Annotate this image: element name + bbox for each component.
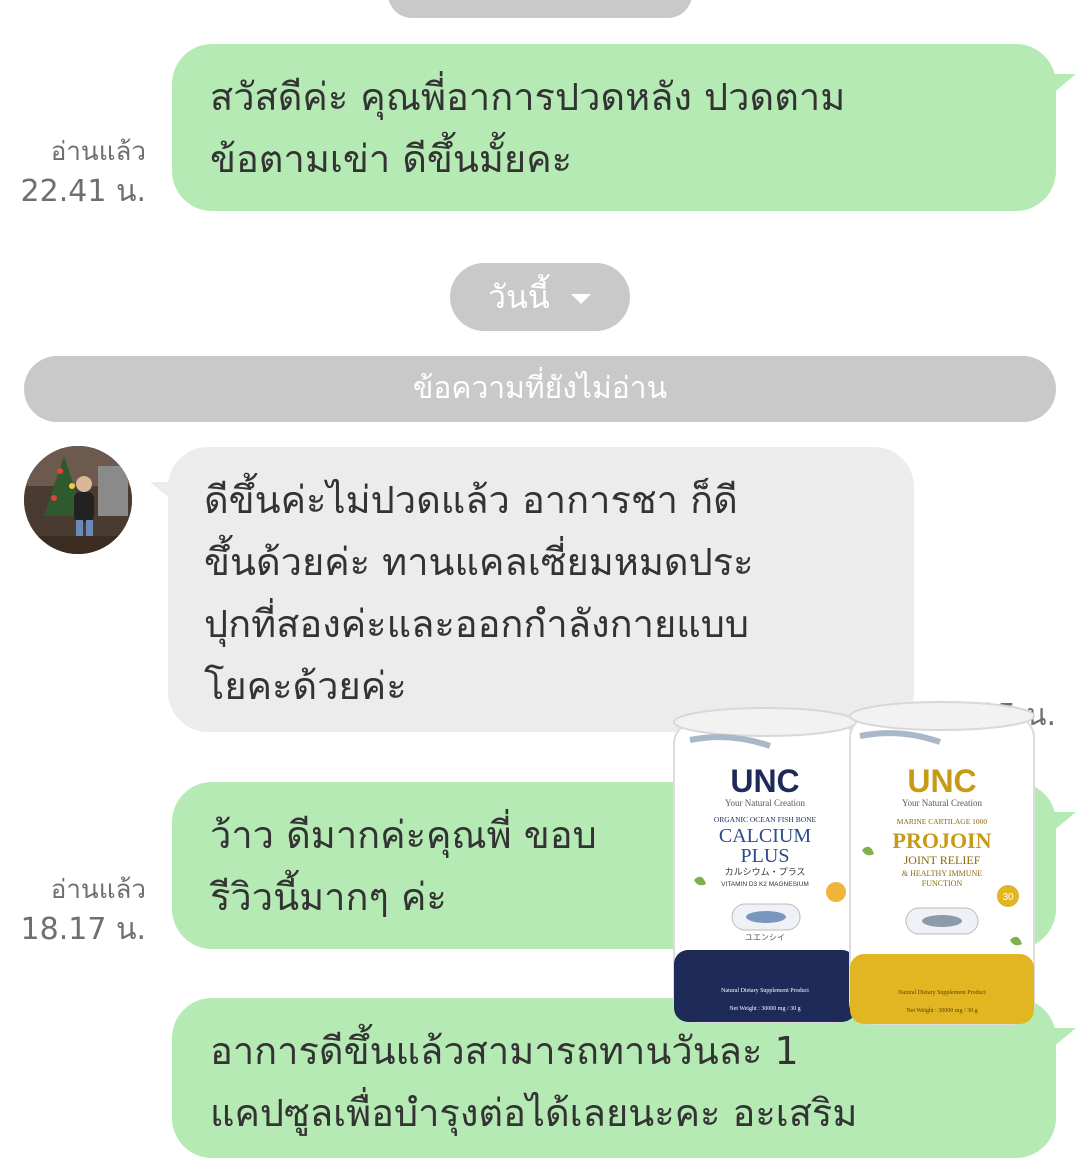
brand-logo-text: UNC bbox=[730, 763, 799, 799]
read-label: อ่านแล้ว bbox=[50, 137, 146, 167]
caret-down-icon bbox=[570, 294, 591, 304]
product-name: & HEALTHY IMMUNE bbox=[902, 869, 982, 878]
brand-tagline: Your Natural Creation bbox=[902, 798, 983, 808]
message-line: ขึ้นด้วยค่ะ ทานแคลเซี่ยมหมดประ bbox=[204, 540, 754, 584]
product-subtitle: MARINE CARTILAGE 1000 bbox=[897, 817, 988, 826]
product-name: CALCIUM bbox=[719, 825, 811, 847]
projoin-jar: UNC Your Natural Creation MARINE CARTILA… bbox=[849, 701, 1035, 1025]
product-weight: Net Weight : 30000 mg / 30 g bbox=[729, 1006, 800, 1012]
message-line: แคปซูลเพื่อบำรุงต่อได้เลยนะคะ อะเสริม bbox=[210, 1091, 858, 1135]
product-subtitle: ORGANIC OCEAN FISH BONE bbox=[714, 815, 817, 824]
outgoing-message-bubble[interactable]: สวัสดีค่ะ คุณพี่อาการปวดหลัง ปวดตาม ข้อต… bbox=[172, 44, 1056, 211]
product-jars-illustration: UNC Your Natural Creation ORGANIC OCEAN … bbox=[673, 701, 1035, 1025]
message-line: ข้อตามเข่า ดีขึ้นมั้ยคะ bbox=[210, 137, 573, 181]
read-label: อ่านแล้ว bbox=[50, 875, 146, 905]
incoming-message-bubble[interactable]: ดีขึ้นค่ะไม่ปวดแล้ว อาการชา ก็ดี ขึ้นด้ว… bbox=[168, 447, 914, 732]
badge-count: 30 bbox=[1002, 892, 1014, 903]
product-ingredients: VITAMIN D3 K2 MAGNESIUM bbox=[721, 881, 809, 888]
message-time: 22.41 น. bbox=[20, 174, 146, 209]
date-separator-pill[interactable]: วันนี้ bbox=[450, 263, 630, 331]
calcium-plus-jar: UNC Your Natural Creation ORGANIC OCEAN … bbox=[673, 707, 857, 1023]
product-japanese-name: カルシウム・プラス bbox=[725, 867, 806, 878]
badge-icon bbox=[826, 882, 846, 902]
product-name: FUNCTION bbox=[922, 879, 963, 888]
bubble-tail bbox=[1052, 812, 1076, 832]
product-weight: Net Weight : 30000 mg / 30 g bbox=[906, 1008, 977, 1014]
message-time: 18.17 น. bbox=[20, 912, 146, 947]
message-line: ปุกที่สองค่ะและออกกำลังกายแบบ bbox=[204, 602, 749, 646]
product-kana: ユエンシイ bbox=[745, 933, 785, 942]
brand-tagline: Your Natural Creation bbox=[725, 798, 806, 808]
message-meta: อ่านแล้ว 18.17 น. bbox=[0, 870, 146, 950]
unread-messages-divider: ข้อความที่ยังไม่อ่าน bbox=[24, 356, 1056, 422]
sender-avatar[interactable] bbox=[24, 446, 132, 554]
brand-logo-text: UNC bbox=[907, 763, 976, 799]
product-name: PLUS bbox=[741, 845, 790, 867]
product-name: JOINT RELIEF bbox=[904, 853, 981, 867]
bubble-tail bbox=[1052, 74, 1076, 94]
avatar-photo bbox=[24, 446, 132, 554]
product-footer: Natural Dietary Supplement Product bbox=[721, 988, 809, 994]
product-name: PROJOIN bbox=[893, 828, 992, 853]
product-footer: Natural Dietary Supplement Product bbox=[898, 990, 986, 996]
previous-date-pill[interactable] bbox=[388, 0, 692, 18]
product-image: UNC Your Natural Creation ORGANIC OCEAN … bbox=[670, 700, 1040, 1040]
date-label: วันนี้ bbox=[488, 278, 550, 316]
bubble-tail bbox=[1052, 1028, 1076, 1048]
message-meta: อ่านแล้ว 22.41 น. bbox=[0, 132, 146, 212]
message-line: ดีขึ้นค่ะไม่ปวดแล้ว อาการชา ก็ดี bbox=[204, 478, 738, 522]
message-line: สวัสดีค่ะ คุณพี่อาการปวดหลัง ปวดตาม bbox=[210, 75, 846, 119]
